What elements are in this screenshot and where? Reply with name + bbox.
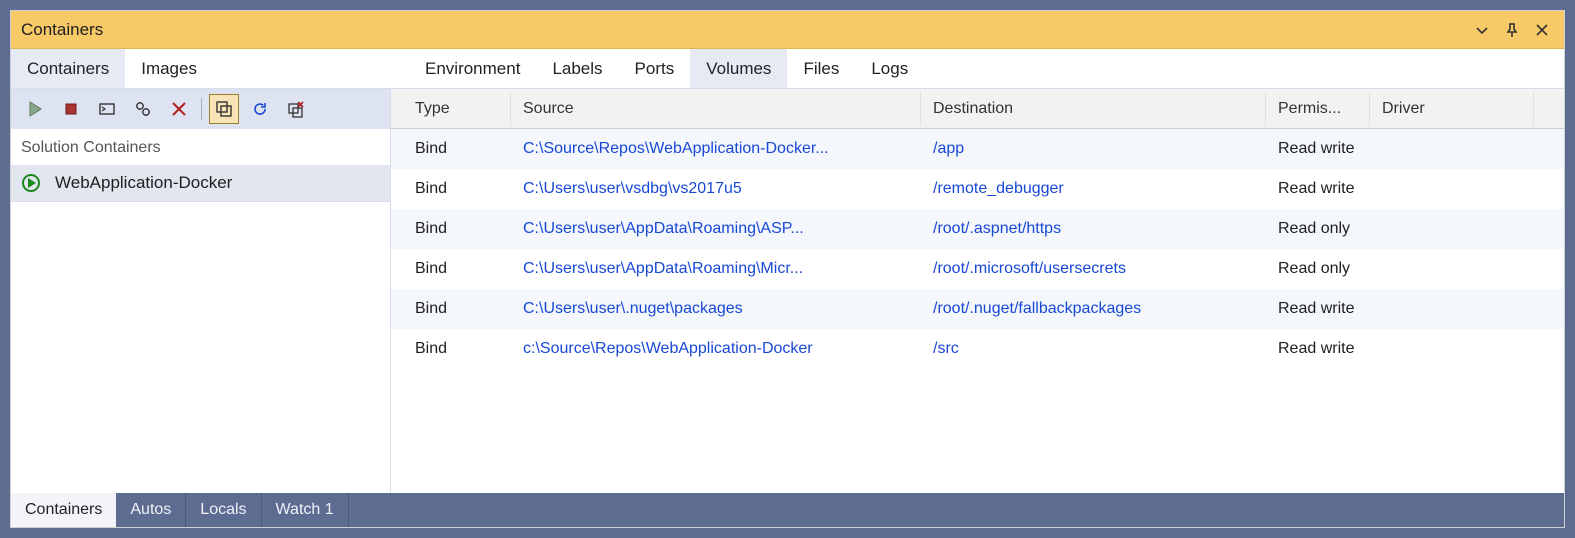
sidebar: Solution Containers WebApplication-Docke… <box>11 89 391 493</box>
cell-type: Bind <box>391 330 511 368</box>
settings-button[interactable] <box>128 94 158 124</box>
col-permissions[interactable]: Permis... <box>1266 92 1370 126</box>
bottom-tab-autos[interactable]: Autos <box>116 493 186 527</box>
window-options-icon[interactable] <box>1470 18 1494 42</box>
titlebar: Containers <box>11 11 1564 49</box>
cell-permissions: Read write <box>1266 170 1370 208</box>
prune-button[interactable] <box>281 94 311 124</box>
cell-destination[interactable]: /app <box>921 130 1266 168</box>
cell-destination[interactable]: /root/.nuget/fallbackpackages <box>921 290 1266 328</box>
cell-driver <box>1370 259 1534 279</box>
cell-driver <box>1370 139 1534 159</box>
sidebar-category: Solution Containers <box>11 129 390 165</box>
table-row[interactable]: BindC:\Users\user\vsdbg\vs2017u5/remote_… <box>391 169 1564 209</box>
col-driver[interactable]: Driver <box>1370 92 1534 126</box>
cell-destination[interactable]: /remote_debugger <box>921 170 1266 208</box>
container-item[interactable]: WebApplication-Docker <box>11 165 390 202</box>
terminal-button[interactable] <box>92 94 122 124</box>
col-spacer <box>1534 101 1564 117</box>
table-row[interactable]: BindC:\Users\user\AppData\Roaming\ASP...… <box>391 209 1564 249</box>
bottom-tabs: ContainersAutosLocalsWatch 1 <box>11 493 1564 527</box>
top-tabs: ContainersImages EnvironmentLabelsPortsV… <box>11 49 1564 89</box>
cell-permissions: Read write <box>1266 330 1370 368</box>
table-row[interactable]: Bindc:\Source\Repos\WebApplication-Docke… <box>391 329 1564 369</box>
cell-destination[interactable]: /root/.aspnet/https <box>921 210 1266 248</box>
cell-type: Bind <box>391 170 511 208</box>
close-icon[interactable] <box>1530 18 1554 42</box>
start-button[interactable] <box>20 94 50 124</box>
bottom-tab-locals[interactable]: Locals <box>186 493 261 527</box>
show-solution-containers-button[interactable] <box>209 94 239 124</box>
cell-permissions: Read only <box>1266 210 1370 248</box>
cell-permissions: Read only <box>1266 250 1370 288</box>
cell-source[interactable]: c:\Source\Repos\WebApplication-Docker <box>511 330 921 368</box>
detail-tab-environment[interactable]: Environment <box>409 49 536 88</box>
cell-driver <box>1370 219 1534 239</box>
cell-source[interactable]: C:\Users\user\AppData\Roaming\ASP... <box>511 210 921 248</box>
cell-type: Bind <box>391 210 511 248</box>
cell-destination[interactable]: /root/.microsoft/usersecrets <box>921 250 1266 288</box>
view-tab-containers[interactable]: Containers <box>11 49 125 88</box>
toolbar-separator <box>201 98 202 120</box>
containers-panel: Containers ContainersImages EnvironmentL… <box>10 10 1565 528</box>
cell-permissions: Read write <box>1266 130 1370 168</box>
table-row[interactable]: BindC:\Users\user\.nuget\packages/root/.… <box>391 289 1564 329</box>
cell-source[interactable]: C:\Users\user\vsdbg\vs2017u5 <box>511 170 921 208</box>
cell-driver <box>1370 179 1534 199</box>
container-label: WebApplication-Docker <box>55 173 232 193</box>
cell-type: Bind <box>391 290 511 328</box>
col-destination[interactable]: Destination <box>921 92 1266 126</box>
detail-tab-files[interactable]: Files <box>787 49 855 88</box>
detail-tab-logs[interactable]: Logs <box>855 49 924 88</box>
cell-driver <box>1370 299 1534 319</box>
remove-button[interactable] <box>164 94 194 124</box>
detail-tab-ports[interactable]: Ports <box>619 49 691 88</box>
cell-source[interactable]: C:\Users\user\AppData\Roaming\Micr... <box>511 250 921 288</box>
stop-button[interactable] <box>56 94 86 124</box>
window-title: Containers <box>21 20 1464 40</box>
cell-destination[interactable]: /src <box>921 330 1266 368</box>
refresh-button[interactable] <box>245 94 275 124</box>
table-row[interactable]: BindC:\Source\Repos\WebApplication-Docke… <box>391 129 1564 169</box>
volumes-grid: Type Source Destination Permis... Driver… <box>391 89 1564 493</box>
containers-toolbar <box>11 89 390 129</box>
running-icon <box>21 173 41 193</box>
grid-header: Type Source Destination Permis... Driver <box>391 89 1564 129</box>
view-tab-images[interactable]: Images <box>125 49 213 88</box>
cell-source[interactable]: C:\Users\user\.nuget\packages <box>511 290 921 328</box>
cell-source[interactable]: C:\Source\Repos\WebApplication-Docker... <box>511 130 921 168</box>
detail-tab-labels[interactable]: Labels <box>536 49 618 88</box>
col-source[interactable]: Source <box>511 92 921 126</box>
cell-permissions: Read write <box>1266 290 1370 328</box>
bottom-tab-watch-1[interactable]: Watch 1 <box>262 493 349 527</box>
col-type[interactable]: Type <box>391 92 511 126</box>
cell-driver <box>1370 339 1534 359</box>
bottom-tab-containers[interactable]: Containers <box>11 493 116 527</box>
pin-icon[interactable] <box>1500 18 1524 42</box>
table-row[interactable]: BindC:\Users\user\AppData\Roaming\Micr..… <box>391 249 1564 289</box>
cell-type: Bind <box>391 250 511 288</box>
detail-tab-volumes[interactable]: Volumes <box>690 49 787 88</box>
cell-type: Bind <box>391 130 511 168</box>
